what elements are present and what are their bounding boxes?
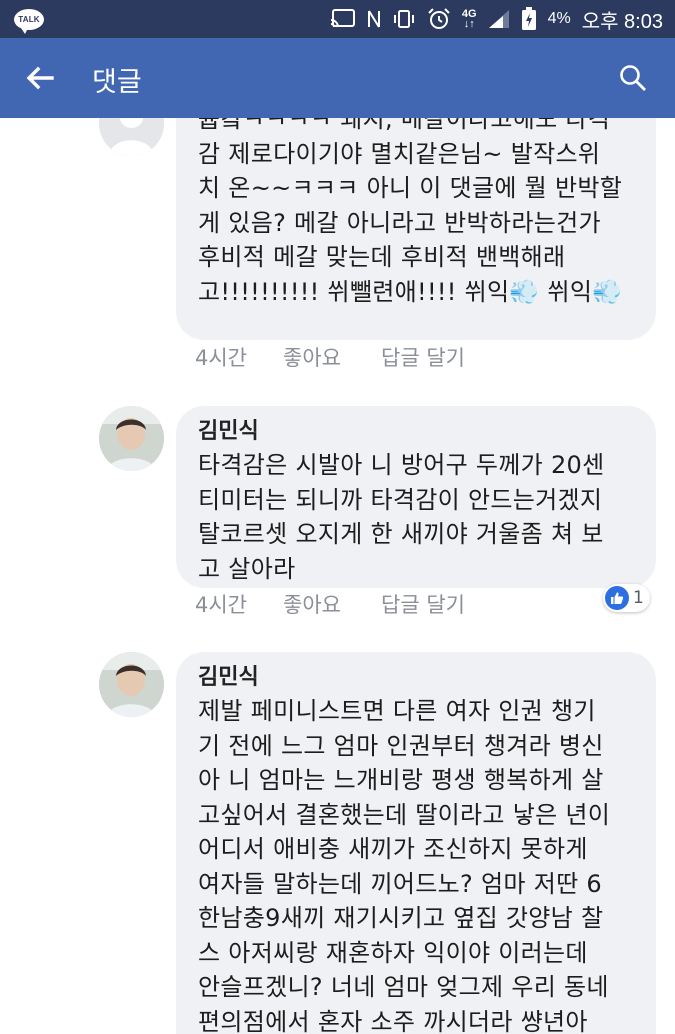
profile-photo bbox=[99, 406, 164, 471]
comment-text: 타격감은 시발아 니 방어구 두께가 20센 티미터는 되니까 타격감이 안드는… bbox=[198, 451, 605, 583]
comment-list[interactable]: 퓹캌ㅋㅋㅋㅋ 돼지, 메갈이라고해도 타격 감 제로다이기야 멸치같은님~ 발작… bbox=[0, 118, 675, 1034]
reaction-count: 1 bbox=[633, 588, 644, 608]
nfc-icon bbox=[367, 10, 380, 28]
comment-bubble[interactable]: 퓹캌ㅋㅋㅋㅋ 돼지, 메갈이라고해도 타격 감 제로다이기야 멸치같은님~ 발작… bbox=[176, 118, 656, 340]
arrow-left-icon bbox=[26, 66, 54, 90]
back-button[interactable] bbox=[20, 58, 60, 98]
reply-button[interactable]: 답글 달기 bbox=[381, 342, 465, 372]
comment-meta: 4시간 좋아요 답글 달기 bbox=[195, 342, 465, 372]
avatar[interactable] bbox=[99, 406, 164, 471]
reaction-count-badge[interactable]: 1 bbox=[603, 584, 650, 612]
search-icon bbox=[620, 65, 646, 91]
clock: 오후 8:03 bbox=[581, 10, 663, 33]
kakaotalk-notification-icon: TALK bbox=[14, 9, 44, 34]
status-icons: 4G ↓↑ 4% 오후 8:03 bbox=[330, 0, 663, 38]
battery-percent: 4% bbox=[547, 10, 571, 27]
comment-meta: 4시간 좋아요 답글 달기 bbox=[195, 589, 465, 619]
comment-text: 제발 페미니스트면 다른 여자 인권 챙기 기 전에 느그 엄마 인권부터 챙겨… bbox=[198, 697, 611, 1034]
comment-author[interactable]: 김민식 bbox=[198, 662, 642, 694]
battery-charging-icon bbox=[521, 7, 536, 30]
default-profile-icon bbox=[99, 118, 164, 156]
comment-time: 4시간 bbox=[195, 346, 248, 370]
like-button[interactable]: 좋아요 bbox=[283, 589, 381, 619]
vibrate-icon bbox=[393, 10, 414, 28]
search-button[interactable] bbox=[613, 58, 653, 98]
page-title: 댓글 bbox=[92, 67, 142, 98]
like-button[interactable]: 좋아요 bbox=[283, 342, 381, 372]
alarm-icon bbox=[428, 8, 450, 29]
network-type-label: 4G ↓↑ bbox=[461, 8, 477, 30]
profile-photo bbox=[99, 652, 164, 717]
signal-strength-icon bbox=[488, 10, 509, 28]
comment-time: 4시간 bbox=[195, 593, 248, 617]
header-bar: 댓글 bbox=[0, 38, 675, 118]
comment-text: 퓹캌ㅋㅋㅋㅋ 돼지, 메갈이라고해도 타격 감 제로다이기야 멸치같은님~ 발작… bbox=[198, 118, 623, 306]
comment-bubble[interactable]: 김민식 제발 페미니스트면 다른 여자 인권 챙기 기 전에 느그 엄마 인권부… bbox=[176, 652, 656, 1034]
reply-button[interactable]: 답글 달기 bbox=[381, 589, 465, 619]
avatar[interactable] bbox=[99, 652, 164, 717]
status-bar: TALK 4G ↓↑ 4% 오후 8:03 bbox=[0, 0, 675, 38]
comment-author[interactable]: 김민식 bbox=[198, 416, 642, 448]
cast-icon bbox=[330, 9, 355, 28]
like-icon bbox=[605, 586, 629, 610]
comment-bubble[interactable]: 김민식 타격감은 시발아 니 방어구 두께가 20센 티미터는 되니까 타격감이… bbox=[176, 406, 656, 588]
comments-screen: TALK 4G ↓↑ 4% 오후 8:03 댓글 퓹캌ㅋㅋㅋㅋ 돼지, 메갈이라… bbox=[0, 0, 675, 1034]
avatar[interactable] bbox=[99, 118, 164, 156]
